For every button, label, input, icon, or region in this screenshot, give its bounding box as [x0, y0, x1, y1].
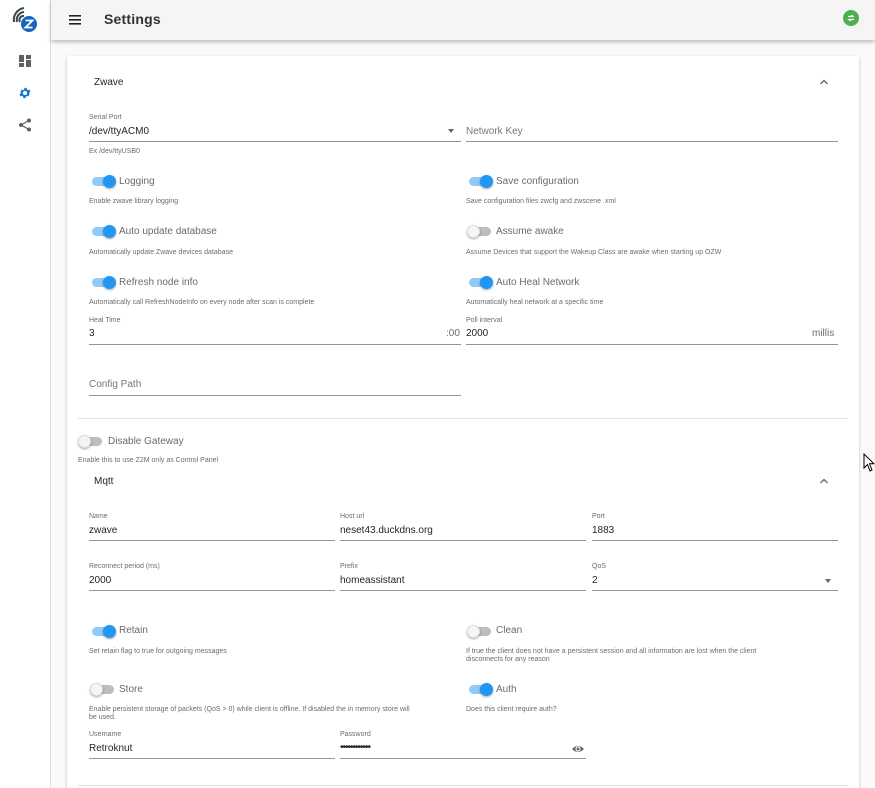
mqtt-host-underline	[340, 540, 586, 541]
username-input[interactable]: Retroknut	[89, 743, 132, 754]
heal-time-underline	[89, 344, 461, 345]
settings-nav-icon[interactable]	[15, 83, 35, 103]
save-configuration-hint: Save configuration files zwcfg and zwsce…	[466, 198, 616, 205]
refresh-node-info-hint: Automatically call RefreshNodeInfo on ev…	[89, 299, 315, 306]
auth-switch[interactable]	[467, 683, 493, 697]
clean-hint-line-2: disconnects for any reason	[466, 656, 550, 663]
qos-dropdown-caret-icon[interactable]	[825, 579, 831, 583]
auto-heal-network-hint: Automatically heal network at a specific…	[466, 299, 604, 306]
serial-port-underline	[89, 141, 461, 142]
password-input[interactable]: ••••••••••••	[340, 742, 371, 753]
serial-port-hint: Ex /dev/ttyUSB0	[89, 148, 140, 155]
top-app-bar: Settings	[51, 0, 875, 40]
auto-update-database-label: Auto update database	[119, 226, 217, 237]
share-nav-icon[interactable]	[15, 115, 35, 135]
gear-icon	[19, 87, 31, 99]
network-key-input[interactable]: Network Key	[466, 126, 523, 137]
mqtt-section-title: Mqtt	[94, 476, 114, 487]
assume-awake-hint: Assume Devices that support the Wakeup C…	[466, 249, 722, 256]
clean-hint-line-1: If true the client does not have a persi…	[466, 648, 757, 655]
connection-status-icon[interactable]	[843, 10, 859, 26]
zwave-section-divider	[78, 418, 848, 419]
mqtt-host-input[interactable]: neset43.duckdns.org	[340, 525, 433, 536]
mouse-pointer-icon	[863, 453, 875, 472]
sync-icon	[847, 14, 855, 22]
mqtt-section-divider	[78, 785, 848, 786]
assume-awake-switch[interactable]	[467, 225, 493, 239]
logging-hint: Enable zwave library logging	[89, 198, 179, 205]
mqtt-host-label: Host url	[340, 513, 365, 520]
disable-gateway-hint: Enable this to use Z2M only as Control P…	[78, 457, 219, 464]
store-label: Store	[119, 684, 143, 695]
username-underline	[89, 758, 335, 759]
zwave-section-title: Zwave	[94, 77, 124, 88]
prefix-underline	[340, 590, 586, 591]
save-configuration-switch[interactable]	[467, 175, 493, 189]
qos-select[interactable]: 2	[592, 575, 598, 586]
retain-label: Retain	[119, 625, 148, 636]
store-hint-line-1: Enable persistent storage of packets (Qo…	[89, 706, 410, 713]
poll-interval-underline	[466, 344, 838, 345]
mqtt-collapse-chevron-up-icon[interactable]	[817, 474, 831, 488]
dashboard-nav-icon[interactable]	[15, 51, 35, 71]
zwave-collapse-chevron-up-icon[interactable]	[817, 75, 831, 89]
auto-update-database-switch[interactable]	[90, 225, 116, 239]
store-hint-line-2: be used.	[89, 714, 116, 721]
mqtt-port-input[interactable]: 1883	[592, 525, 614, 536]
password-label: Password	[340, 731, 371, 738]
clean-switch[interactable]	[467, 625, 493, 639]
hamburger-menu-icon[interactable]	[67, 10, 87, 30]
mqtt-port-underline	[592, 540, 838, 541]
qos-underline	[592, 590, 838, 591]
prefix-input[interactable]: homeassistant	[340, 575, 404, 586]
retain-switch[interactable]	[90, 625, 116, 639]
share-icon	[19, 118, 31, 132]
serial-port-select[interactable]: /dev/ttyACM0	[89, 126, 149, 137]
heal-time-label: Heal Time	[89, 317, 121, 324]
config-path-underline	[89, 395, 461, 396]
config-path-input[interactable]: Config Path	[89, 379, 141, 390]
mqtt-name-underline	[89, 540, 335, 541]
auto-heal-network-label: Auto Heal Network	[496, 277, 580, 288]
password-underline	[340, 758, 586, 759]
prefix-label: Prefix	[340, 563, 358, 570]
disable-gateway-switch[interactable]	[78, 435, 104, 449]
reconnect-period-underline	[89, 590, 335, 591]
auto-update-database-hint: Automatically update Zwave devices datab…	[89, 249, 233, 256]
refresh-node-info-label: Refresh node info	[119, 277, 198, 288]
disable-gateway-label: Disable Gateway	[108, 436, 184, 447]
settings-panel: Zwave Serial Port /dev/ttyACM0 Ex /dev/t…	[67, 56, 859, 788]
heal-time-input[interactable]: 3	[89, 328, 95, 339]
dashboard-icon	[19, 55, 31, 67]
show-password-eye-icon[interactable]	[571, 744, 585, 754]
zwave-logo-icon[interactable]	[10, 4, 40, 34]
mqtt-name-input[interactable]: zwave	[89, 525, 117, 536]
mqtt-name-label: Name	[89, 513, 108, 520]
refresh-node-info-switch[interactable]	[90, 276, 116, 290]
assume-awake-label: Assume awake	[496, 226, 564, 237]
username-label: Username	[89, 731, 122, 738]
retain-hint: Set retain flag to true for outgoing mes…	[89, 648, 227, 655]
qos-label: QoS	[592, 563, 607, 570]
poll-interval-label: Poll interval	[466, 317, 503, 324]
mqtt-port-label: Port	[592, 513, 605, 520]
auth-hint: Does this client require auth?	[466, 706, 557, 713]
page-title: Settings	[104, 11, 161, 27]
heal-time-suffix: :00	[446, 328, 460, 339]
logging-switch[interactable]	[90, 175, 116, 189]
clean-label: Clean	[496, 625, 523, 636]
poll-interval-input[interactable]: 2000	[466, 328, 488, 339]
store-switch[interactable]	[90, 683, 116, 697]
auto-heal-network-switch[interactable]	[467, 276, 493, 290]
auth-label: Auth	[496, 684, 517, 695]
logging-label: Logging	[119, 176, 155, 187]
serial-port-label: Serial Port	[89, 114, 122, 121]
nav-rail	[0, 0, 51, 788]
network-key-underline	[466, 141, 838, 142]
reconnect-period-input[interactable]: 2000	[89, 575, 111, 586]
save-configuration-label: Save configuration	[496, 176, 579, 187]
serial-port-dropdown-caret-icon[interactable]	[448, 129, 454, 133]
poll-interval-suffix: millis	[812, 328, 835, 339]
reconnect-period-label: Reconnect period (ms)	[89, 563, 160, 570]
